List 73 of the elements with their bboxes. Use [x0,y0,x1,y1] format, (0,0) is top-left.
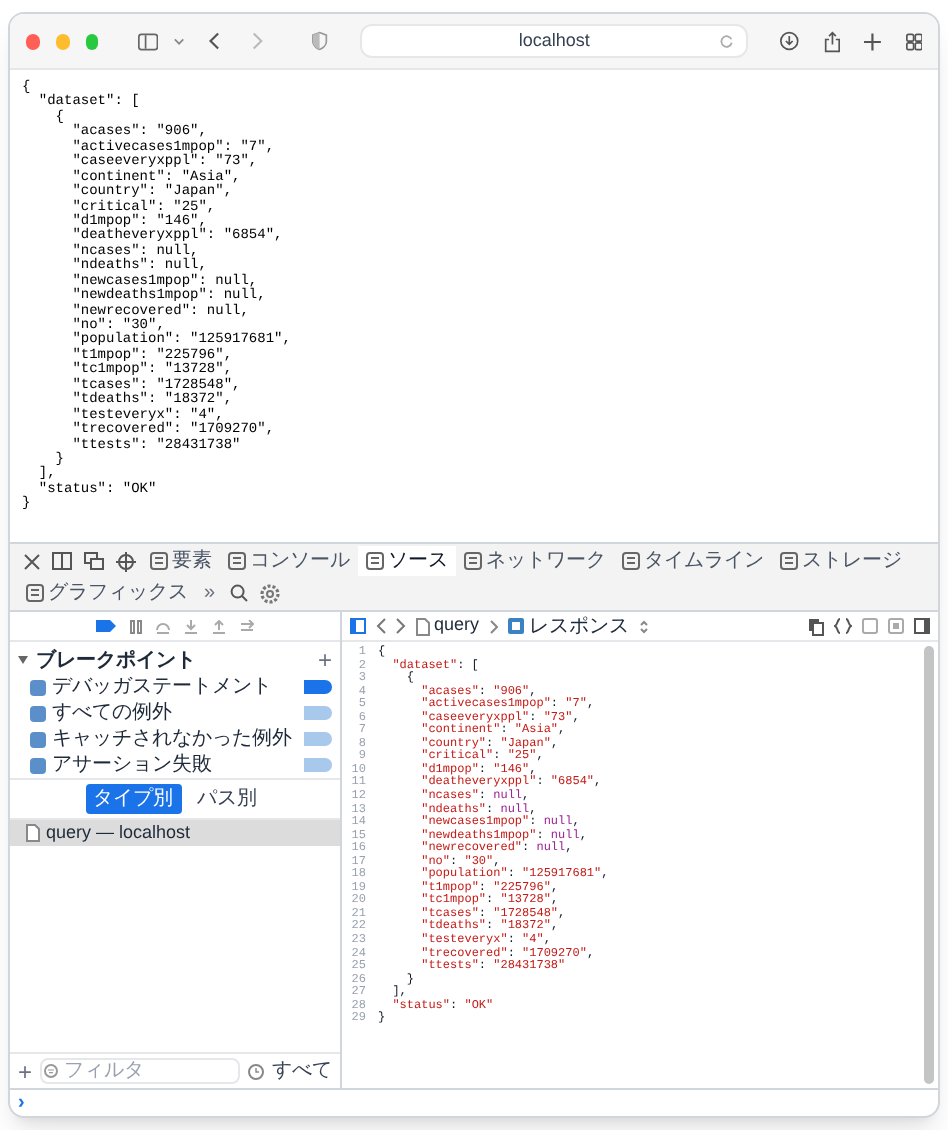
windows-icon[interactable] [84,552,104,570]
panel-icon [366,552,384,570]
document-icon [26,824,40,842]
console-prompt[interactable]: › [18,1093,25,1113]
close-icon[interactable] [24,553,40,569]
scope-popup-button[interactable]: すべて [272,1056,332,1086]
disclosure-triangle-icon[interactable] [18,656,28,664]
search-icon[interactable] [229,584,248,602]
step-into-icon[interactable] [184,619,198,633]
target-icon[interactable] [116,551,136,571]
documents-icon[interactable] [808,617,824,635]
sidebar-icon[interactable] [350,618,366,634]
breadcrumb-item[interactable]: query [434,612,480,640]
devtools-tab[interactable]: ストレージ [772,546,910,576]
response-icon [507,618,524,634]
sidebar-icon[interactable] [138,31,159,51]
panel-icon [780,552,798,570]
filter-icon [44,1064,59,1078]
clock-icon[interactable] [248,1063,264,1079]
reload-icon[interactable] [720,34,735,48]
devtools-tab[interactable]: 要素 [142,546,220,576]
breakpoint-label: アサーション失敗 [52,751,212,780]
breakpoint-flag[interactable] [304,680,332,694]
filter-field[interactable]: フィルタ [40,1058,240,1084]
shield-icon[interactable] [312,30,328,52]
add-breakpoint-button[interactable]: + [317,648,332,672]
download-icon[interactable] [780,30,800,52]
panel-icon [464,552,482,570]
breadcrumb-item[interactable]: レスポンス [529,611,630,641]
updown-icon[interactable] [639,619,648,633]
scrollbar[interactable] [924,646,934,1084]
address-field[interactable]: localhost [359,24,749,58]
panel-icon [622,552,640,570]
breakpoint-label: デバッガステートメント [52,674,272,702]
devtools-tab[interactable]: タイムライン [614,546,772,576]
square-icon[interactable] [862,618,878,634]
document-icon [416,617,430,635]
back-button[interactable] [376,618,386,634]
tab-overview-icon[interactable] [905,31,922,51]
pause-icon[interactable] [130,619,142,633]
resource-row[interactable]: query — localhost [10,820,340,846]
panel-icon [228,552,246,570]
chevron-down-icon[interactable] [174,37,185,45]
share-icon[interactable] [823,29,841,53]
dock-icon[interactable] [52,552,72,570]
panel-icon [150,552,168,570]
address-text: localhost [518,27,590,54]
step-icon[interactable] [240,619,254,633]
step-out-icon[interactable] [212,619,226,633]
breakpoint-label: すべての例外 [52,700,172,728]
breakpoint-label: キャッチされなかった例外 [52,726,292,753]
breakpoint-flag-icon[interactable] [96,620,116,632]
devtools-tab[interactable]: ネットワーク [456,546,614,576]
step-over-icon[interactable] [156,619,170,633]
panel-icon [26,584,44,602]
new-tab-button[interactable] [864,31,881,51]
zoom-button[interactable] [85,33,99,49]
group-by-button[interactable]: タイプ別 [85,784,181,814]
devtools-tab[interactable]: コンソール [220,546,358,576]
back-button[interactable] [208,30,221,52]
braces-icon[interactable] [834,618,852,634]
sidebar-icon[interactable] [914,618,930,634]
more-tabs-button[interactable]: » [196,578,224,608]
settings-icon[interactable] [259,583,280,603]
forward-button[interactable] [396,618,406,634]
chevron-right-icon [489,619,498,633]
group-by-button[interactable]: パス別 [189,784,265,814]
devtools-tab[interactable]: ソース [358,546,456,576]
section-title: ブレークポイント [36,647,196,675]
square-icon[interactable] [888,618,904,634]
devtools-tab[interactable]: グラフィックス [18,578,196,608]
add-button[interactable]: + [18,1059,33,1083]
close-button[interactable] [26,33,40,49]
